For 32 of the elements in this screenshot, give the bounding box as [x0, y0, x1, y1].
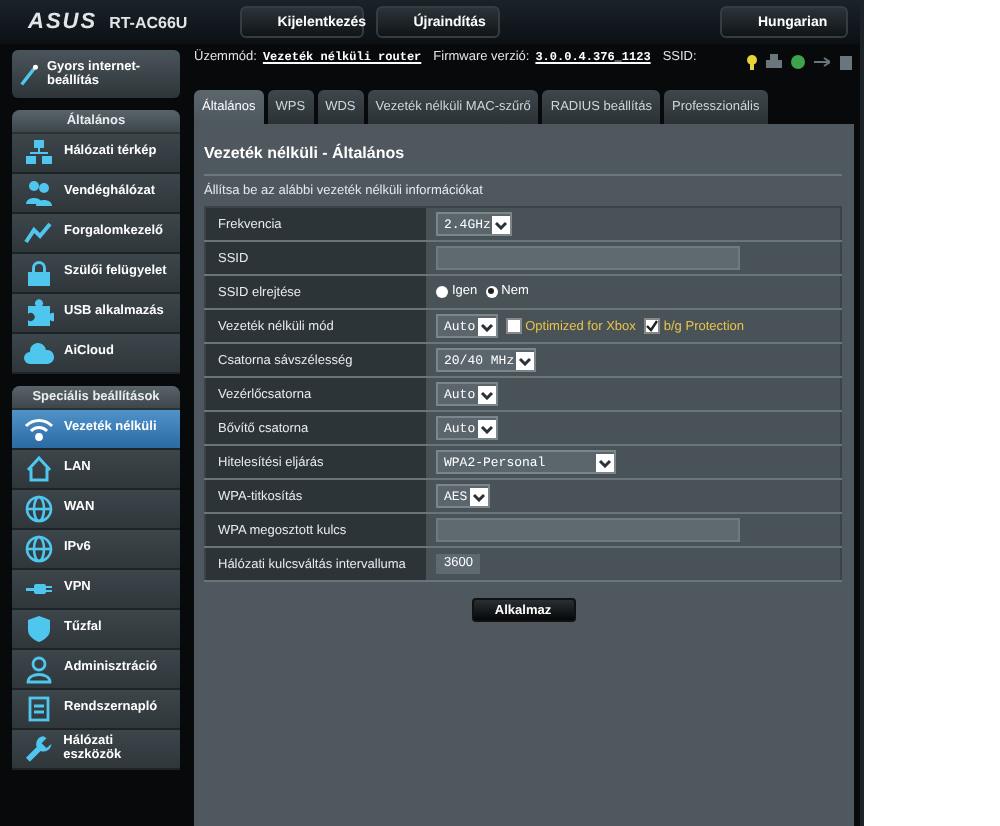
- model-name: RT-AC66U: [109, 13, 188, 31]
- puzzle-icon: [24, 298, 54, 328]
- chevron-icon: [479, 389, 494, 399]
- graph-icon: [24, 218, 54, 248]
- radio-dot-icon: [488, 288, 495, 295]
- chevron-icon: [518, 355, 533, 365]
- radio-button[interactable]: [436, 285, 448, 298]
- chevron-icon: [479, 321, 494, 331]
- house-icon: [24, 454, 54, 484]
- checkbox[interactable]: [505, 318, 522, 334]
- input-field[interactable]: [436, 246, 740, 270]
- check-icon: [645, 320, 658, 332]
- chevron-icon: [479, 423, 494, 433]
- wrench-icon: [24, 734, 54, 764]
- bulb-icon: [746, 54, 758, 70]
- people-icon: [24, 178, 54, 208]
- input-field[interactable]: [436, 518, 740, 542]
- logo: ASUS: [28, 10, 98, 34]
- person-icon: [24, 654, 54, 684]
- shield-icon: [24, 614, 54, 644]
- wand-icon: [20, 61, 39, 87]
- panel-title: Vezeték nélküli - Általános: [204, 144, 842, 176]
- chevron-icon: [598, 457, 612, 467]
- chevron-icon: [471, 491, 486, 501]
- document-icon: [24, 694, 54, 724]
- checkbox[interactable]: [643, 318, 660, 334]
- cloud-icon: [24, 338, 54, 368]
- wifi-icon: [24, 414, 54, 444]
- lock-icon: [24, 258, 54, 288]
- network-icon: [24, 138, 54, 168]
- radio-button[interactable]: [485, 285, 498, 298]
- chevron-icon: [494, 219, 509, 229]
